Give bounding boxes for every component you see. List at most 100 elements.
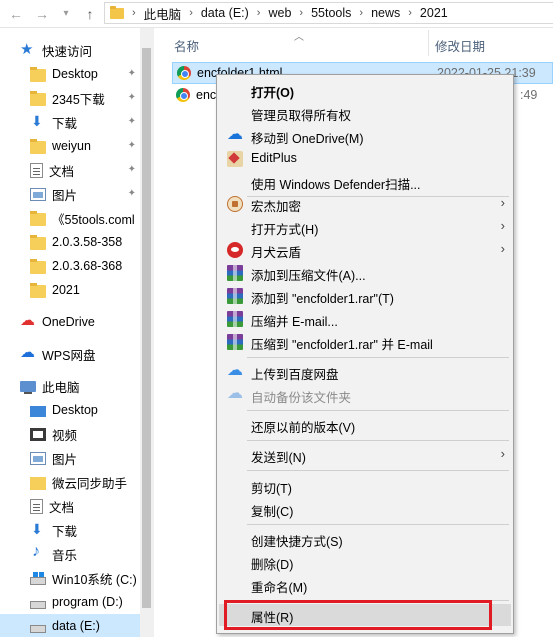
sidebar-item-documents[interactable]: 文档 ✦ [30, 158, 140, 182]
sidebar-scrollbar[interactable] [140, 28, 154, 637]
lock-icon [227, 196, 243, 212]
sidebar-item-2021[interactable]: 2021 [30, 278, 140, 302]
menu-item-send-to[interactable]: 发送到(N) › [219, 444, 511, 466]
download-icon [30, 113, 46, 130]
context-menu: 打开(O) 管理员取得所有权 移动到 OneDrive(M) EditPlus … [216, 74, 514, 634]
sidebar-item-2-0-3-58[interactable]: 2.0.3.58-358 [30, 230, 140, 254]
column-header-date[interactable]: 修改日期 [435, 36, 485, 55]
column-header-name[interactable]: 名称 [174, 36, 199, 55]
wps-cloud-icon [20, 343, 36, 362]
sidebar-item-pc-documents[interactable]: 文档 [30, 494, 140, 518]
sidebar-item-drive-e[interactable]: data (E:) [0, 614, 140, 637]
desktop-icon [30, 405, 46, 417]
chevron-right-icon[interactable]: › [299, 7, 303, 19]
menu-item-auto-backup: 自动备份该文件夹 [219, 383, 511, 406]
chevron-right-icon[interactable]: › [359, 7, 363, 19]
document-icon [30, 162, 43, 178]
breadcrumb-this-pc[interactable]: 此电脑 [144, 4, 182, 23]
chevron-right-icon[interactable]: › [132, 7, 136, 19]
file-name: enc [196, 88, 217, 102]
menu-item-hongjie-encrypt[interactable]: 宏杰加密 › [219, 193, 511, 215]
pin-icon: ✦ [127, 140, 136, 151]
star-icon [20, 40, 36, 58]
sidebar-item-music[interactable]: 音乐 [30, 542, 140, 566]
menu-item-editplus[interactable]: EditPlus [219, 148, 511, 170]
menu-item-copy[interactable]: 复制(C) [219, 498, 511, 520]
baidu-cloud-icon [227, 360, 243, 380]
sidebar-item-desktop[interactable]: Desktop ✦ [30, 62, 140, 86]
sidebar-item-2345-download[interactable]: 2345下载 ✦ [30, 86, 140, 110]
menu-item-defender-scan[interactable]: 使用 Windows Defender扫描... [219, 171, 511, 193]
menu-item-upload-baidu[interactable]: 上传到百度网盘 [219, 360, 511, 383]
sidebar-item-downloads[interactable]: 下载 ✦ [30, 110, 140, 134]
forward-arrow-icon[interactable]: → [32, 4, 52, 24]
address-toolbar: ← → ▾ ↑ › 此电脑 › data (E:) › web › 55tool… [0, 0, 553, 28]
chevron-right-icon: › [500, 241, 505, 256]
menu-item-add-to-archive[interactable]: 添加到压缩文件(A)... [219, 262, 511, 284]
menu-item-create-shortcut[interactable]: 创建快捷方式(S) [219, 528, 511, 550]
sidebar-item-pictures[interactable]: 图片 ✦ [30, 182, 140, 206]
menu-item-yuedun[interactable]: 月犬云盾 › [219, 239, 511, 261]
menu-item-move-to-onedrive[interactable]: 移动到 OneDrive(M) [219, 124, 511, 147]
menu-item-open-with[interactable]: 打开方式(H) › [219, 216, 511, 238]
menu-item-compress-rar-email[interactable]: 压缩到 "encfolder1.rar" 并 E-mail [219, 331, 511, 353]
scrollbar-thumb[interactable] [142, 48, 151, 608]
up-arrow-icon[interactable]: ↑ [80, 4, 100, 24]
breadcrumb-web[interactable]: web [268, 6, 291, 20]
menu-separator [247, 410, 509, 411]
sidebar-item-55tools-folder[interactable]: 《55tools.coml [30, 206, 140, 230]
address-bar[interactable]: › 此电脑 › data (E:) › web › 55tools › news… [104, 2, 553, 24]
chevron-right-icon[interactable]: › [408, 7, 412, 19]
file-date: :49 [520, 88, 538, 102]
picture-icon [30, 188, 46, 201]
sidebar-item-label: WPS网盘 [42, 348, 96, 363]
breadcrumb-55tools[interactable]: 55tools [311, 6, 351, 20]
winrar-icon [227, 288, 243, 304]
onedrive-icon [20, 311, 36, 330]
menu-item-add-to-rar[interactable]: 添加到 "encfolder1.rar"(T) [219, 285, 511, 307]
music-icon [30, 543, 46, 562]
pin-icon: ✦ [127, 92, 136, 103]
sidebar-item-label: 《55tools.coml [52, 212, 135, 227]
menu-item-restore-previous[interactable]: 还原以前的版本(V) [219, 414, 511, 436]
sidebar-item-quick-access[interactable]: 快速访问 [20, 38, 160, 62]
sidebar-item-pc-pictures[interactable]: 图片 [30, 446, 140, 470]
sidebar-item-drive-c[interactable]: Win10系统 (C:) [30, 566, 140, 590]
breadcrumb-news[interactable]: news [371, 6, 400, 20]
folder-icon [30, 476, 46, 490]
back-arrow-icon[interactable]: ← [6, 4, 26, 24]
sidebar-item-label: OneDrive [42, 315, 95, 329]
recent-locations-chevron-icon[interactable]: ▾ [56, 4, 76, 24]
pin-icon: ✦ [127, 68, 136, 79]
sidebar-item-drive-d[interactable]: program (D:) [30, 590, 140, 614]
sidebar-item-this-pc[interactable]: 此电脑 [20, 374, 140, 398]
menu-item-compress-email[interactable]: 压缩并 E-mail... [219, 308, 511, 330]
column-header-row: ︿ 名称 修改日期 [160, 28, 553, 58]
sidebar-item-label: 下载 [52, 524, 78, 539]
sidebar-item-2-0-3-68[interactable]: 2.0.3.68-368 [30, 254, 140, 278]
sidebar-item-videos[interactable]: 视频 [30, 422, 140, 446]
menu-item-cut[interactable]: 剪切(T) [219, 475, 511, 497]
sidebar-item-weiyun[interactable]: weiyun ✦ [30, 134, 140, 158]
drive-icon [30, 601, 46, 609]
menu-item-open[interactable]: 打开(O) [219, 79, 511, 101]
menu-item-take-ownership[interactable]: 管理员取得所有权 [219, 102, 511, 124]
sidebar-item-label: 下载 [52, 116, 78, 131]
menu-item-delete[interactable]: 删除(D) [219, 551, 511, 573]
sidebar-item-weiyun-sync[interactable]: 微云同步助手 [30, 470, 140, 494]
column-divider[interactable] [428, 30, 429, 56]
menu-item-rename[interactable]: 重命名(M) [219, 574, 511, 596]
breadcrumb-data-drive[interactable]: data (E:) [201, 6, 249, 20]
sidebar-item-pc-desktop[interactable]: Desktop [30, 398, 140, 422]
chevron-right-icon[interactable]: › [257, 7, 261, 19]
windows-drive-icon [30, 572, 46, 585]
chrome-icon [176, 88, 190, 102]
sidebar-item-label: 2021 [52, 283, 80, 297]
sidebar-item-pc-downloads[interactable]: 下载 [30, 518, 140, 542]
breadcrumb-2021[interactable]: 2021 [420, 6, 448, 20]
sidebar-item-label: 2345下载 [52, 92, 105, 107]
sidebar-item-onedrive[interactable]: OneDrive [20, 310, 140, 334]
sidebar-item-wps-cloud[interactable]: WPS网盘 [20, 342, 140, 366]
chevron-right-icon[interactable]: › [189, 7, 193, 19]
video-icon [30, 428, 46, 441]
